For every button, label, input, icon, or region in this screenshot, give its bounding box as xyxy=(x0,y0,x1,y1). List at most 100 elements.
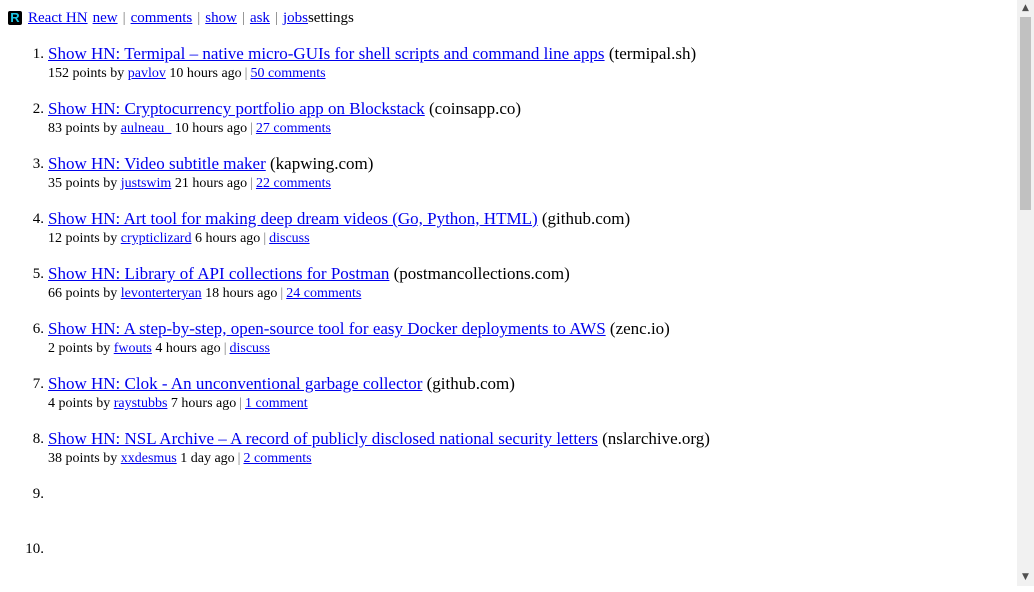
story-title-line: Show HN: A step-by-step, open-source too… xyxy=(48,317,1008,341)
story-age: 10 hours ago xyxy=(174,121,248,136)
story-domain: (postmancollections.com) xyxy=(393,264,570,283)
story-age: 1 day ago xyxy=(180,451,235,466)
story-title-line: Show HN: Cryptocurrency portfolio app on… xyxy=(48,97,1008,121)
meta-separator: | xyxy=(223,341,227,356)
story-rank: 1. xyxy=(32,46,44,62)
story-age: 4 hours ago xyxy=(155,341,221,356)
story-age: 18 hours ago xyxy=(205,286,278,301)
settings-link[interactable]: settings xyxy=(308,10,354,27)
nav-comments-link[interactable]: comments xyxy=(131,10,193,27)
story-user-link[interactable]: pavlov xyxy=(128,66,166,81)
story-title-link[interactable]: Show HN: Art tool for making deep dream … xyxy=(48,209,538,228)
scroll-down-arrow-icon[interactable]: ▼ xyxy=(1017,569,1034,586)
story-user-link[interactable]: xxdesmus xyxy=(121,451,177,466)
story-domain: (coinsapp.co) xyxy=(429,99,522,118)
story-body: Show HN: Video subtitle maker (kapwing.c… xyxy=(48,152,1008,192)
story-user-link[interactable]: fwouts xyxy=(114,341,152,356)
story-rank: 2. xyxy=(32,101,44,117)
story-body: Show HN: Library of API collections for … xyxy=(48,262,1008,302)
story-comments-link[interactable]: discuss xyxy=(269,231,309,246)
story-meta: 152 points by pavlov 10 hours ago | 50 com… xyxy=(48,66,1008,82)
story-points: 35 points by xyxy=(48,176,118,191)
story-title-link[interactable]: Show HN: Video subtitle maker xyxy=(48,154,266,173)
story-user-link[interactable]: aulneau_ xyxy=(121,121,172,136)
vertical-scrollbar[interactable]: ▲ ▼ xyxy=(1017,0,1034,586)
story-points: 38 points by xyxy=(48,451,118,466)
story-title-link[interactable]: Show HN: Clok - An unconventional garbag… xyxy=(48,374,422,393)
story-title-link[interactable]: Show HN: NSL Archive – A record of publi… xyxy=(48,429,598,448)
story-title-line: Show HN: Video subtitle maker (kapwing.c… xyxy=(48,152,1008,176)
story-points: 12 points by xyxy=(48,231,118,246)
story-points: 4 points by xyxy=(48,396,111,411)
story-rank: 6. xyxy=(32,321,44,337)
meta-separator: | xyxy=(280,286,284,301)
story-body: Show HN: Cryptocurrency portfolio app on… xyxy=(48,97,1008,137)
story-rank: 10. xyxy=(25,541,44,557)
nav-jobs-link[interactable]: jobs xyxy=(283,10,308,27)
story-title-line: Show HN: NSL Archive – A record of publi… xyxy=(48,427,1008,451)
story-meta: 12 points by crypticlizard 6 hours ago | d… xyxy=(48,231,1008,247)
meta-separator: | xyxy=(250,176,253,191)
story-title-line: Show HN: Library of API collections for … xyxy=(48,262,1008,286)
nav-separator: | xyxy=(122,9,126,26)
story-comments-link[interactable]: 1 comment xyxy=(245,396,308,411)
story-title-line: Show HN: Art tool for making deep dream … xyxy=(48,207,1008,231)
app-header: R React HN new | comments | show | ask |… xyxy=(8,8,354,28)
story-body: Show HN: Art tool for making deep dream … xyxy=(48,207,1008,247)
story-comments-link[interactable]: 2 comments xyxy=(243,451,311,466)
story-rank: 9. xyxy=(32,486,44,502)
story-points: 152 points by xyxy=(48,66,125,81)
nav-show-link[interactable]: show xyxy=(205,10,237,27)
story-user-link[interactable]: levonterteryan xyxy=(121,286,202,301)
nav-ask-link[interactable]: ask xyxy=(250,10,270,27)
react-hn-logo-icon[interactable]: R xyxy=(8,11,22,25)
story-body: Show HN: Clok - An unconventional garbag… xyxy=(48,372,1008,412)
story-rank: 4. xyxy=(32,211,44,227)
nav-separator: | xyxy=(197,9,201,26)
story-meta: 83 points by aulneau_ 10 hours ago | 27 co… xyxy=(48,121,1008,137)
story-domain: (github.com) xyxy=(426,374,515,393)
story-comments-link[interactable]: discuss xyxy=(230,341,270,356)
story-user-link[interactable]: crypticlizard xyxy=(121,231,192,246)
story-rank: 5. xyxy=(32,266,44,282)
brand-link[interactable]: React HN xyxy=(28,10,88,27)
story-comments-link[interactable]: 27 comments xyxy=(256,121,331,136)
story-meta: 35 points by justswim 21 hours ago | 22 co… xyxy=(48,176,1008,192)
meta-separator: | xyxy=(244,66,248,81)
story-rank: 8. xyxy=(32,431,44,447)
story-body: Show HN: Termipal – native micro-GUIs fo… xyxy=(48,42,1008,82)
nav-separator: | xyxy=(241,9,245,26)
story-body: Show HN: A step-by-step, open-source too… xyxy=(48,317,1008,357)
story-domain: (kapwing.com) xyxy=(270,154,374,173)
story-domain: (nslarchive.org) xyxy=(602,429,710,448)
story-rank: 3. xyxy=(32,156,44,172)
meta-separator: | xyxy=(237,451,241,466)
story-meta: 2 points by fwouts 4 hours ago | discuss xyxy=(48,341,1008,357)
story-points: 83 points by xyxy=(48,121,118,136)
meta-separator: | xyxy=(250,121,253,136)
story-title-link[interactable]: Show HN: Cryptocurrency portfolio app on… xyxy=(48,99,425,118)
story-title-link[interactable]: Show HN: Termipal – native micro-GUIs fo… xyxy=(48,44,605,63)
story-age: 21 hours ago xyxy=(174,176,248,191)
nav-new-link[interactable]: new xyxy=(93,10,118,27)
scrollbar-thumb[interactable] xyxy=(1020,17,1031,210)
scroll-up-arrow-icon[interactable]: ▲ xyxy=(1017,0,1034,17)
story-domain: (termipal.sh) xyxy=(608,44,697,63)
story-age: 10 hours ago xyxy=(169,66,242,81)
meta-separator: | xyxy=(263,231,267,246)
story-title-link[interactable]: Show HN: Library of API collections for … xyxy=(48,264,389,283)
story-title-line: Show HN: Clok - An unconventional garbag… xyxy=(48,372,1008,396)
story-age: 6 hours ago xyxy=(194,231,261,246)
story-comments-link[interactable]: 50 comments xyxy=(250,66,325,81)
story-user-link[interactable]: justswim xyxy=(121,176,172,191)
story-comments-link[interactable]: 24 comments xyxy=(286,286,361,301)
story-age: 7 hours ago xyxy=(170,396,237,411)
story-comments-link[interactable]: 22 comments xyxy=(256,176,331,191)
meta-separator: | xyxy=(239,396,243,411)
story-rank: 7. xyxy=(32,376,44,392)
story-meta: 4 points by raystubbs 7 hours ago | 1 comm… xyxy=(48,396,1008,412)
story-meta: 66 points by levonterteryan 18 hours ago… xyxy=(48,286,1008,302)
story-domain: (zenc.io) xyxy=(609,319,670,338)
story-user-link[interactable]: raystubbs xyxy=(114,396,168,411)
story-title-link[interactable]: Show HN: A step-by-step, open-source too… xyxy=(48,319,606,338)
